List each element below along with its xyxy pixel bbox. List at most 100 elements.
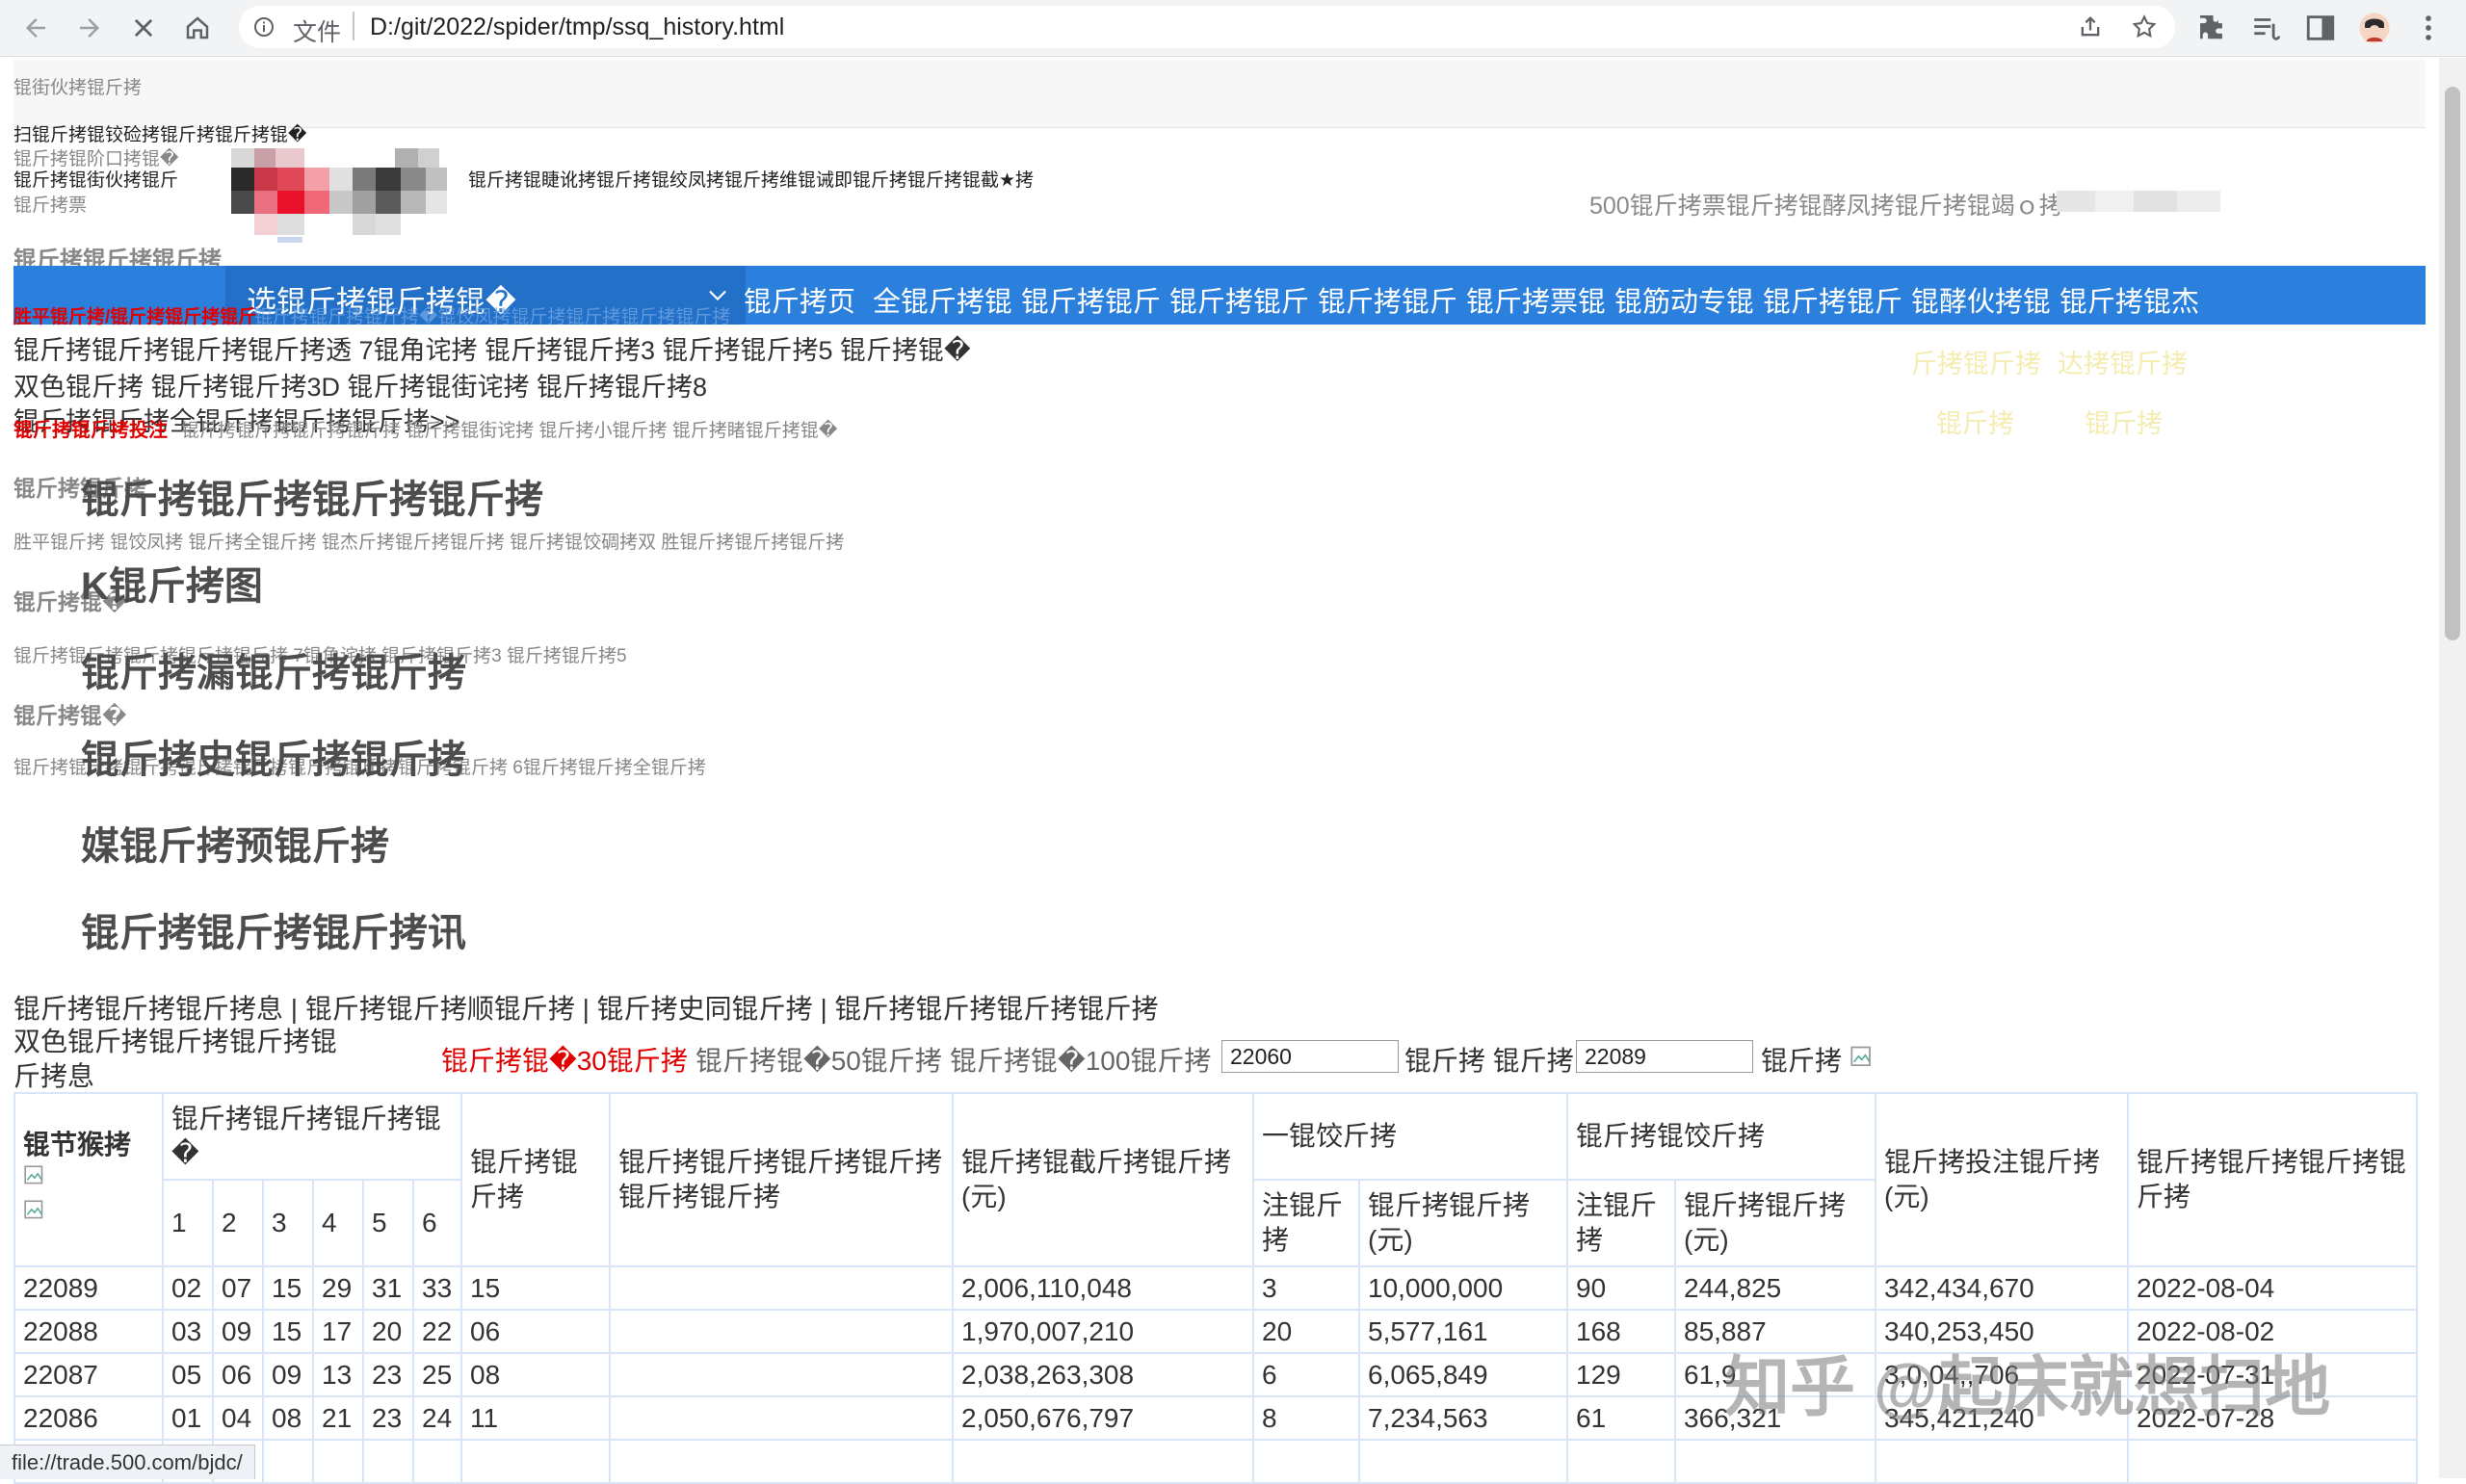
nav-item-activities[interactable]: 锟筋动专锟 <box>1614 279 1754 320</box>
scrollbar-thumb[interactable] <box>2445 87 2460 640</box>
filter-title: 双色锟斤拷锟斤拷锟斤拷锟斤拷息 <box>13 1027 338 1091</box>
info-icon[interactable] <box>252 15 275 39</box>
col-ball-1: 1 <box>162 1179 214 1267</box>
side-panel-icon[interactable] <box>2304 12 2337 44</box>
heading-forecast[interactable]: 媒锟斤拷预锟斤拷 <box>81 815 389 871</box>
bookmark-star-icon[interactable] <box>2131 13 2158 40</box>
nav-item-all[interactable]: 全锟斤拷锟 <box>873 279 1012 320</box>
yellow-link-4[interactable]: 锟斤拷 <box>2085 403 2163 440</box>
filter-last-50[interactable]: 锟斤拷锟�50锟斤拷 <box>695 1040 942 1079</box>
empty-cell <box>1674 1439 1876 1484</box>
forward-arrow-icon <box>80 18 99 38</box>
info-tabs[interactable]: 锟斤拷锟斤拷锟斤拷息 | 锟斤拷锟斤拷顺锟斤拷 | 锟斤拷史同锟斤拷 | 锟斤拷… <box>13 988 1159 1027</box>
nav-item-4[interactable]: 锟斤拷锟斤 <box>1169 279 1309 320</box>
end-issue-input[interactable] <box>1576 1040 1753 1073</box>
stop-button[interactable] <box>125 10 162 46</box>
col-ball-6: 6 <box>412 1179 462 1267</box>
nav-item-3[interactable]: 锟斤拷锟斤 <box>1021 279 1161 320</box>
logo-mosaic <box>231 148 447 243</box>
col-second-prize-label: 锟斤拷锟饺斤拷 <box>1576 1121 1766 1151</box>
issue-cell: 22086 <box>13 1395 164 1441</box>
empty-cell <box>460 1439 611 1484</box>
red-ball-cell: 06 <box>212 1352 264 1397</box>
filter-last-30[interactable]: 锟斤拷锟�30锟斤拷 <box>441 1040 688 1079</box>
lottery-links-row-4[interactable]: 胜平锟斤拷 锟饺凤拷 锟斤拷全锟斤拷 锟杰斤拷锟斤拷锟斤拷 锟斤拷锟饺碉拷双 胜… <box>13 528 844 554</box>
heading-k-chart[interactable]: K锟斤拷图 <box>81 555 263 611</box>
red-ball-cell: 23 <box>362 1395 414 1441</box>
lottery-links-row-2[interactable]: 双色锟斤拷 锟斤拷锟斤拷3D 锟斤拷锟街诧拷 锟斤拷锟斤拷8 <box>13 366 707 404</box>
red-ball-cell: 29 <box>312 1265 364 1311</box>
profile-avatar-icon[interactable] <box>2358 12 2391 44</box>
red-link-bet[interactable]: 锟斤拷锟斤拷投注 <box>13 414 168 442</box>
col-issue[interactable]: 锟节猴拷 <box>13 1092 164 1267</box>
menu-heading-4: 锟斤拷锟� <box>13 703 127 728</box>
vertical-scrollbar[interactable] <box>2439 58 2466 1478</box>
col-draw-date-label: 锟斤拷锟斤拷锟斤拷锟斤拷 <box>2137 1147 2407 1211</box>
hotline-mosaic <box>2057 191 2220 212</box>
red-ball-cell: 24 <box>412 1395 462 1441</box>
pool-cell: 2,050,676,797 <box>952 1395 1254 1441</box>
col-total-bet-label: 锟斤拷投注锟斤拷(元) <box>1884 1147 2101 1211</box>
empty-cell <box>2127 1439 2418 1484</box>
start-issue-input[interactable] <box>1221 1040 1399 1073</box>
yellow-link-3[interactable]: 锟斤拷 <box>1936 403 2014 440</box>
col-ball-3: 3 <box>262 1179 314 1267</box>
first-count-cell: 6 <box>1252 1352 1360 1397</box>
happy-cell <box>609 1309 954 1354</box>
home-button[interactable] <box>179 10 216 46</box>
sort-icon-2[interactable] <box>23 1198 48 1223</box>
red-ball-cell: 07 <box>212 1265 264 1311</box>
col-second-amount: 锟斤拷锟斤拷(元) <box>1674 1179 1876 1267</box>
heading-missing-data[interactable]: 锟斤拷漏锟斤拷锟斤拷 <box>81 641 466 697</box>
empty-cell <box>609 1439 954 1484</box>
yellow-link-1[interactable]: 斤拷锟斤拷 <box>1911 343 2041 380</box>
reading-list-icon[interactable] <box>2250 12 2283 44</box>
empty-cell <box>1252 1439 1360 1484</box>
heading-news[interactable]: 锟斤拷锟斤拷锟斤拷讯 <box>81 901 466 957</box>
col-first-prize: 一锟饺斤拷 <box>1252 1092 1568 1181</box>
share-icon[interactable] <box>2077 13 2104 40</box>
heading-history[interactable]: 锟斤拷史锟斤拷锟斤拷 <box>81 728 466 784</box>
red-ball-cell: 04 <box>212 1395 264 1441</box>
nav-item-tickets[interactable]: 锟斤拷票锟 <box>1466 279 1606 320</box>
empty-cell <box>362 1439 414 1484</box>
url-text[interactable]: D:/git/2022/spider/tmp/ssq_history.html <box>370 13 784 41</box>
red-ball-cell: 05 <box>162 1352 214 1397</box>
col-red-balls: 锟斤拷锟斤拷锟斤拷锟� <box>162 1092 462 1181</box>
col-blue-ball: 锟斤拷锟斤拷 <box>460 1092 611 1267</box>
first-amount-cell: 10,000,000 <box>1358 1265 1568 1311</box>
yellow-link-2[interactable]: 达拷锟斤拷 <box>2058 343 2188 380</box>
col-draw-date: 锟斤拷锟斤拷锟斤拷锟斤拷 <box>2127 1092 2418 1267</box>
nav-item-home[interactable]: 锟斤拷页 <box>744 279 855 320</box>
red-ball-cell: 15 <box>262 1265 314 1311</box>
heading-draw-results[interactable]: 锟斤拷锟斤拷锟斤拷锟斤拷 <box>81 468 543 524</box>
lottery-links-row-1[interactable]: 锟斤拷锟斤拷锟斤拷锟斤拷透 7锟角诧拷 锟斤拷锟斤拷3 锟斤拷锟斤拷5 锟斤拷锟… <box>13 329 971 367</box>
broken-image-query-icon[interactable] <box>1850 1044 1876 1071</box>
second-count-cell: 61 <box>1566 1395 1676 1441</box>
more-menu-icon[interactable] <box>2412 12 2445 44</box>
lottery-links-row-3[interactable]: 锟斤拷锟斤拷锟斤拷锟斤拷 锟斤拷锟街诧拷 锟斤拷小锟斤拷 锟斤拷睹锟斤拷锟� <box>181 416 837 442</box>
col-happy: 锟斤拷锟斤拷锟斤拷锟斤拷锟斤拷锟斤拷 <box>609 1092 954 1267</box>
col-first-amount: 锟斤拷锟斤拷(元) <box>1358 1179 1568 1267</box>
extensions-puzzle-icon[interactable] <box>2196 12 2229 44</box>
nav-item-service[interactable]: 锟酵伙拷锟 <box>1911 279 2051 320</box>
filter-last-100[interactable]: 锟斤拷锟�100锟斤拷 <box>950 1040 1211 1079</box>
col-pool-label: 锟斤拷锟截斤拷锟斤拷(元) <box>961 1147 1232 1211</box>
red-ball-cell: 08 <box>262 1395 314 1441</box>
col-second-count: 注锟斤拷 <box>1566 1179 1676 1267</box>
table-row: 22089 02 07 15 29 31 33 15 2,006,110,048 3 10,000,… <box>13 1265 2418 1311</box>
back-button[interactable] <box>17 10 54 46</box>
mobile-link[interactable]: 锟街伙拷锟斤拷 <box>13 73 142 99</box>
sort-icon[interactable] <box>23 1163 48 1188</box>
empty-cell <box>1358 1439 1568 1484</box>
address-bar[interactable]: 文件 D:/git/2022/spider/tmp/ssq_history.ht… <box>239 6 2175 48</box>
nav-item-5[interactable]: 锟斤拷锟斤 <box>1318 279 1457 320</box>
home-icon <box>186 16 209 39</box>
close-icon <box>134 18 153 38</box>
nav-item-8[interactable]: 锟斤拷锟斤 <box>1763 279 1902 320</box>
empty-cell <box>412 1439 462 1484</box>
nav-item-10[interactable]: 锟斤拷锟杰 <box>2059 279 2199 320</box>
red-link-football[interactable]: 胜平锟斤拷/锟斤拷锟斤拷锟斤 <box>13 302 256 328</box>
forward-button[interactable] <box>71 10 108 46</box>
red-link-football-label: 胜平锟斤拷/锟斤拷锟斤拷锟斤 <box>13 307 257 327</box>
